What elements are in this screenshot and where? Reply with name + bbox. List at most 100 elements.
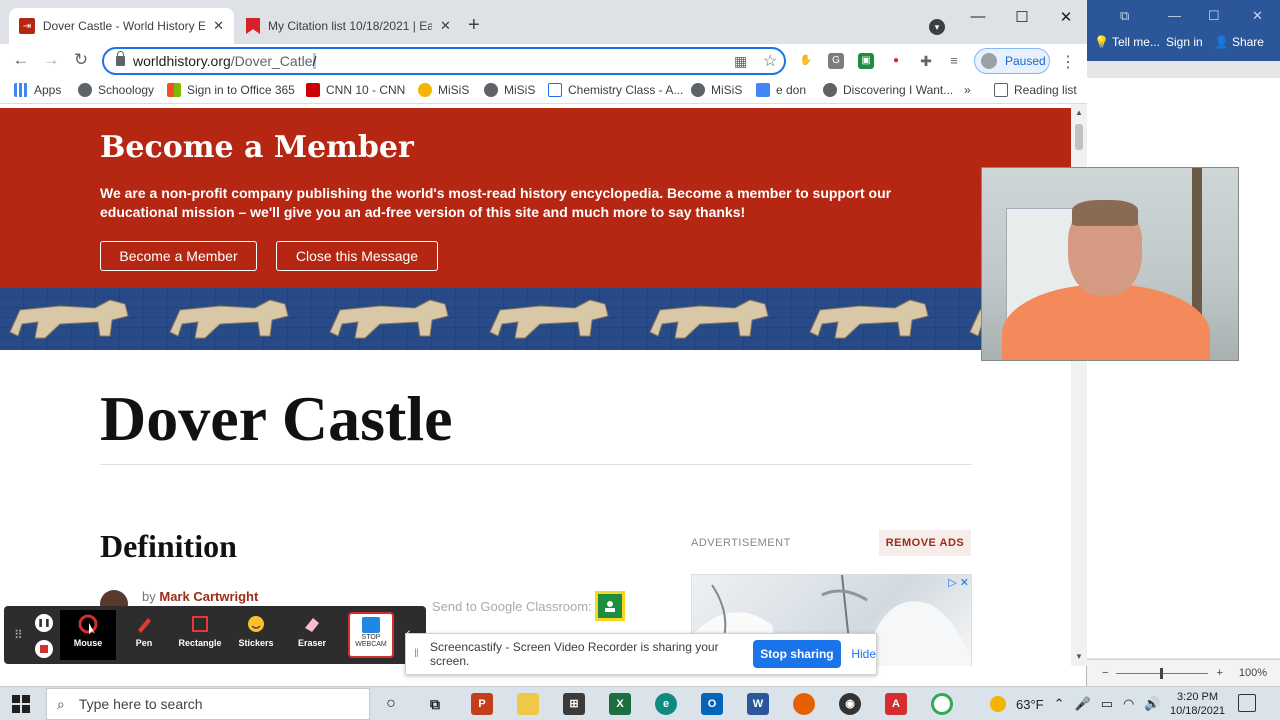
stop-sharing-button[interactable]: Stop sharing	[752, 640, 842, 668]
excel-icon[interactable]: X	[609, 693, 631, 715]
bookmark-e-don[interactable]: e don	[756, 83, 806, 97]
bookmark-misis-1[interactable]: MiSiS	[418, 83, 469, 97]
powerpoint-icon[interactable]: P	[471, 693, 493, 715]
bookmarks-overflow-icon[interactable]: »	[964, 83, 971, 97]
zoom-slider[interactable]	[1116, 667, 1209, 679]
word-restore-icon[interactable]: ⧉	[1120, 8, 1129, 24]
bookmark-misis-3[interactable]: MiSiS	[691, 83, 742, 97]
profile-paused-button[interactable]: Paused	[974, 48, 1050, 74]
word-minimize-icon[interactable]: —	[1168, 8, 1181, 23]
rectangle-tool-button[interactable]: Rectangle	[172, 610, 228, 660]
wifi-icon[interactable]: ◠	[1123, 696, 1134, 712]
page-viewport[interactable]: Become a Member We are a non-profit comp…	[0, 104, 1071, 666]
edge-icon[interactable]: e	[655, 693, 677, 715]
close-window-icon[interactable]: ✕	[1046, 8, 1086, 26]
chrome-menu-icon[interactable]: ⋮	[1060, 52, 1076, 72]
bookmark-office365[interactable]: Sign in to Office 365	[167, 83, 295, 97]
task-view-icon[interactable]: ⧉	[424, 693, 446, 715]
address-bar[interactable]: worldhistory.org/Dover_Catle/ ▦ ☆	[102, 47, 786, 75]
eraser-tool-button[interactable]: Eraser	[284, 610, 340, 660]
scroll-thumb[interactable]	[1075, 124, 1083, 150]
pause-recording-button[interactable]: ❚❚	[35, 614, 53, 632]
tab-dover-castle[interactable]: ⇥ Dover Castle - World History Enc ✕	[9, 8, 234, 44]
microsoft-store-icon[interactable]: ⊞	[563, 693, 585, 715]
new-tab-button[interactable]: +	[468, 14, 480, 37]
taskbar-clock[interactable]: 3:20 PM 10/18/2021	[1170, 690, 1225, 718]
become-member-button[interactable]: Become a Member	[100, 241, 257, 271]
stop-recording-button[interactable]	[35, 640, 53, 658]
battery-icon[interactable]: ▭	[1101, 696, 1113, 712]
google-classroom-share-icon[interactable]	[595, 591, 625, 621]
smiley-sticker-icon	[228, 610, 284, 638]
extension-hand-icon[interactable]: ✋	[798, 53, 814, 69]
extension-g-icon[interactable]: G	[828, 53, 844, 69]
mouse-tool-button[interactable]: Mouse	[60, 610, 116, 660]
google-classroom-label: Send to Google Classroom:	[432, 599, 592, 614]
acrobat-icon[interactable]: A	[885, 693, 907, 715]
taskbar-search-box[interactable]: ⌕ Type here to search	[46, 688, 370, 720]
reload-icon[interactable]: ↻	[69, 50, 93, 70]
microphone-icon[interactable]: 🎤	[1075, 696, 1091, 712]
screencastify-extension-icon[interactable]: ●	[888, 53, 904, 69]
volume-icon[interactable]: 🔊	[1144, 696, 1160, 712]
firefox-icon[interactable]	[793, 693, 815, 715]
remove-ads-button[interactable]: REMOVE ADS	[879, 530, 971, 556]
media-player-icon[interactable]: ◉	[839, 693, 861, 715]
word-close-icon[interactable]: ✕	[1252, 8, 1263, 24]
reading-list-button[interactable]: Reading list	[994, 83, 1077, 97]
word-document-page[interactable]	[1086, 78, 1280, 658]
webcam-overlay[interactable]	[981, 167, 1239, 361]
close-message-button[interactable]: Close this Message	[276, 241, 438, 271]
notifications-icon[interactable]	[1238, 694, 1256, 712]
share-bar-handle-icon[interactable]: ‖	[414, 646, 419, 660]
pen-tool-button[interactable]: Pen	[116, 610, 172, 660]
weather-sun-icon[interactable]	[990, 696, 1006, 712]
media-control-icon[interactable]: ≡	[946, 53, 962, 69]
stickers-tool-button[interactable]: Stickers	[228, 610, 284, 660]
zoom-out-icon[interactable]: −	[1102, 667, 1108, 679]
bookmark-cnn10[interactable]: CNN 10 - CNN	[306, 83, 405, 97]
zoom-thumb[interactable]	[1160, 667, 1164, 679]
bookmark-star-icon[interactable]: ☆	[763, 51, 777, 71]
close-tab-icon[interactable]: ✕	[213, 18, 224, 34]
bookmark-discovering[interactable]: Discovering I Want...	[823, 83, 953, 97]
stop-webcam-button[interactable]: STOP WEBCAM	[348, 612, 394, 658]
hide-sharing-bar-button[interactable]: Hide	[851, 647, 876, 661]
word-icon[interactable]: W	[747, 693, 769, 715]
word-sign-in[interactable]: Sign in	[1166, 35, 1203, 49]
close-tab-icon[interactable]: ✕	[440, 18, 451, 34]
drag-handle-icon[interactable]: ⠿	[14, 628, 23, 642]
word-tell-me[interactable]: 💡 Tell me...	[1094, 35, 1160, 49]
bookmark-schoology[interactable]: Schoology	[78, 83, 154, 97]
back-icon[interactable]: ←	[9, 50, 33, 70]
url-text[interactable]: worldhistory.org/Dover_Catle/	[133, 53, 317, 69]
tray-overflow-icon[interactable]: ⌃	[1054, 696, 1065, 712]
ad-choices-close-icon[interactable]: ▷ ✕	[948, 576, 969, 589]
scroll-down-icon[interactable]: ▼	[1075, 652, 1083, 661]
maximize-icon[interactable]: ☐	[1002, 8, 1042, 26]
cortana-icon[interactable]: ○	[380, 693, 402, 715]
tab-search-icon[interactable]: ▾	[929, 19, 945, 35]
author-link[interactable]: Mark Cartwright	[159, 589, 258, 604]
word-share-button[interactable]: 👤 Share	[1214, 35, 1264, 49]
eraser-icon	[284, 610, 340, 638]
bookmark-misis-2[interactable]: MiSiS	[484, 83, 535, 97]
bookmark-chemistry-class[interactable]: Chemistry Class - A...	[548, 83, 683, 97]
qr-code-icon[interactable]: ▦	[734, 53, 747, 70]
word-maximize-icon[interactable]: ☐	[1208, 8, 1220, 24]
weather-temperature[interactable]: 63°F	[1016, 697, 1044, 712]
scroll-up-icon[interactable]: ▲	[1075, 108, 1083, 117]
windows-start-icon[interactable]	[12, 695, 30, 713]
extensions-puzzle-icon[interactable]: ✚	[918, 53, 934, 69]
forward-icon[interactable]: →	[39, 50, 63, 70]
chrome-icon[interactable]	[931, 693, 953, 715]
outlook-icon[interactable]: O	[701, 693, 723, 715]
minimize-icon[interactable]: —	[958, 8, 998, 25]
zoom-level[interactable]: 100%	[1239, 667, 1267, 679]
extension-classroom-icon[interactable]: ▣	[858, 53, 874, 69]
lock-icon[interactable]	[116, 51, 125, 66]
bookmark-apps[interactable]: Apps	[14, 83, 61, 97]
zoom-in-icon[interactable]: +	[1216, 667, 1222, 679]
tab-citation-list[interactable]: My Citation list 10/18/2021 | Easy ✕	[236, 8, 461, 44]
file-explorer-icon[interactable]	[517, 693, 539, 715]
